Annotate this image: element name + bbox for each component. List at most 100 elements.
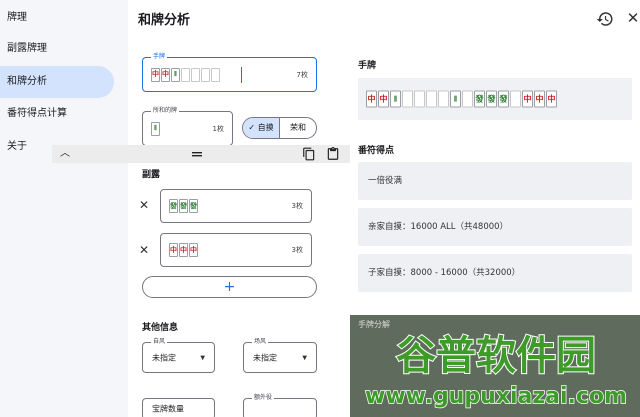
close-icon[interactable]: ✕ [624, 9, 640, 27]
dropdown-arrow-icon: ▼ [200, 354, 205, 361]
tile[interactable] [414, 90, 425, 108]
svg-text:谷普软件园: 谷普软件园 [396, 333, 596, 379]
extra-yaku-label: 额外役 [252, 393, 275, 403]
tile[interactable]: 中 [546, 90, 557, 108]
chevron-up-icon[interactable]: ︿ [58, 147, 72, 161]
tile-glyph: 發 [180, 201, 187, 210]
tile[interactable]: 中 [179, 243, 188, 257]
sidebar-item-score-calc[interactable]: 番符得点计算 [0, 98, 114, 130]
tile-glyph: 中 [367, 94, 376, 103]
win-type-ron-button[interactable]: 荣和 [280, 118, 316, 138]
other-info-title: 其他信息 [142, 323, 179, 333]
hand-input-tiles: 中中𝍪 [151, 66, 242, 83]
tile-glyph: 中 [523, 94, 532, 103]
hand-input-field[interactable]: 手牌 中中𝍪 7枚 [142, 52, 317, 92]
tile[interactable]: 發 [498, 90, 509, 108]
paste-icon[interactable] [326, 147, 340, 161]
drag-handle-icon[interactable] [190, 147, 204, 161]
seat-wind-label: 场风 [252, 337, 269, 347]
tile[interactable]: 中 [522, 90, 533, 108]
tile[interactable] [462, 90, 473, 108]
meld-1-count: 3枚 [291, 202, 303, 210]
seat-wind-value: 未指定 [253, 353, 277, 362]
tile-glyph: 發 [475, 94, 484, 103]
win-type-tsumo-button[interactable]: ✓ 自摸 [243, 118, 280, 138]
check-icon: ✓ [248, 123, 256, 132]
tile[interactable] [201, 67, 210, 82]
history-icon[interactable] [596, 10, 614, 28]
tile[interactable]: 𝍪 [151, 121, 160, 136]
tile[interactable] [402, 90, 413, 108]
page-title: 和牌分析 [138, 13, 191, 28]
add-meld-button[interactable]: + [142, 276, 317, 298]
result-hand-tiles: 中中𝍪𝍪發發發中中中 [366, 90, 557, 108]
text-cursor [241, 66, 242, 83]
sidebar-item-win-analysis[interactable]: 和牌分析 [0, 66, 114, 98]
sidebar: 牌理 副露牌理 和牌分析 番符得点计算 关于 [0, 0, 128, 417]
hand-input-label: 手牌 [151, 52, 168, 62]
melds-title: 副露 [142, 170, 161, 180]
tile[interactable]: 𝍪 [450, 90, 461, 108]
tile-glyph: 中 [162, 70, 169, 78]
score-title: 番符得点 [358, 146, 395, 156]
meld-2-tiles: 中中中 [169, 243, 198, 257]
dora-count-field[interactable]: 宝牌数量 [142, 398, 215, 417]
seat-wind-dropdown[interactable]: 场风 未指定 ▼ [243, 337, 317, 373]
meld-2-field[interactable]: 中中中 3枚 [160, 233, 312, 267]
win-type-tsumo-label: 自摸 [257, 123, 274, 132]
winning-tile-count: 1枚 [212, 124, 224, 133]
tile[interactable] [438, 90, 449, 108]
round-wind-value: 未指定 [152, 353, 176, 362]
winning-tile-field[interactable]: 所和的牌 𝍪 1枚 [142, 106, 233, 146]
extra-yaku-field[interactable]: 额外役 [243, 393, 317, 417]
tile[interactable] [181, 67, 190, 82]
meld-2-count: 3枚 [291, 246, 303, 254]
tile[interactable]: 𝍪 [171, 67, 180, 82]
remove-meld-1-icon[interactable]: ✕ [138, 199, 150, 211]
meld-1-field[interactable]: 發發發 3枚 [160, 189, 312, 223]
tile[interactable]: 發 [169, 199, 178, 213]
remove-meld-2-icon[interactable]: ✕ [138, 244, 150, 256]
tile[interactable]: 中 [151, 67, 160, 82]
tile-glyph: 發 [487, 94, 496, 103]
tile-glyph: 中 [170, 245, 177, 254]
win-type-ron-label: 荣和 [290, 123, 306, 132]
tile[interactable] [426, 90, 437, 108]
meld-1-tiles: 發發發 [169, 199, 198, 213]
sidebar-item-tile-efficiency[interactable]: 牌理 [0, 2, 114, 34]
tile[interactable]: 發 [474, 90, 485, 108]
tile-glyph: 𝍪 [454, 94, 457, 103]
score-card-yakuman: 一倍役满 [358, 162, 632, 200]
tile[interactable]: 中 [534, 90, 545, 108]
tile-glyph: 𝍪 [394, 94, 397, 103]
tile[interactable]: 發 [486, 90, 497, 108]
tile[interactable] [510, 90, 521, 108]
tile[interactable]: 中 [378, 90, 389, 108]
tile-glyph: 發 [499, 94, 508, 103]
tile-glyph: 中 [379, 94, 388, 103]
watermark-logo: 谷普软件园 www.gupuxiazai.com [364, 332, 627, 410]
dropdown-arrow-icon: ▼ [302, 354, 307, 361]
tile[interactable]: 發 [179, 199, 188, 213]
tile[interactable] [191, 67, 200, 82]
tile[interactable]: 中 [366, 90, 377, 108]
tile-glyph: 中 [180, 245, 187, 254]
tile-glyph: 𝍪 [174, 70, 177, 78]
round-wind-label: 自风 [151, 337, 168, 347]
tile-glyph: 中 [547, 94, 556, 103]
tile[interactable]: 中 [161, 67, 170, 82]
tile-glyph: 中 [190, 245, 197, 254]
copy-icon[interactable] [302, 147, 316, 161]
tile[interactable] [211, 67, 220, 82]
dora-count-label: 宝牌数量 [152, 404, 184, 414]
tile[interactable]: 發 [189, 199, 198, 213]
round-wind-dropdown[interactable]: 自风 未指定 ▼ [142, 337, 215, 373]
tile-glyph: 中 [152, 70, 159, 78]
tile[interactable]: 中 [169, 243, 178, 257]
hand-input-count: 7枚 [296, 70, 308, 79]
winning-tile-label: 所和的牌 [151, 106, 180, 116]
floating-toolbar: ︿ [52, 145, 350, 163]
tile[interactable]: 中 [189, 243, 198, 257]
tile[interactable]: 𝍪 [390, 90, 401, 108]
sidebar-item-meld-efficiency[interactable]: 副露牌理 [0, 33, 114, 65]
